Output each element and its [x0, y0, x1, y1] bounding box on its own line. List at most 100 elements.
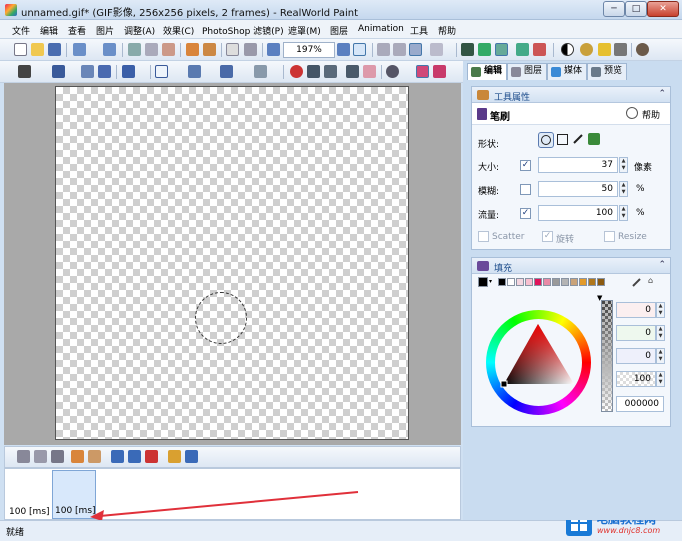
fill-tool-icon[interactable]: [254, 65, 267, 78]
shape-circle-button[interactable]: [538, 132, 554, 148]
blue-channel-stepper[interactable]: ▲ ▼: [656, 348, 665, 364]
palette-swatch[interactable]: [570, 278, 578, 286]
brush-settings-icon[interactable]: [533, 43, 546, 56]
palette-swatch[interactable]: [597, 278, 605, 286]
red-eye-icon[interactable]: [290, 65, 303, 78]
tab-layers[interactable]: 图层: [507, 63, 547, 80]
flow-stepper[interactable]: ▲ ▼: [619, 205, 628, 221]
menu-effects[interactable]: 效果(C): [163, 24, 194, 37]
fill-header[interactable]: 填充 ⌃: [472, 258, 670, 274]
palette-swatch[interactable]: [561, 278, 569, 286]
palette-swatch[interactable]: [588, 278, 596, 286]
layer-dropdown-icon[interactable]: [430, 43, 443, 56]
duplicate-frame-icon[interactable]: [34, 450, 47, 463]
menu-help[interactable]: 帮助: [438, 24, 456, 37]
alpha-stepper[interactable]: ▲ ▼: [656, 371, 665, 387]
background-mode-icon[interactable]: [433, 65, 446, 78]
open-icon[interactable]: [31, 43, 44, 56]
foreground-mode-icon[interactable]: [416, 65, 429, 78]
size-checkbox[interactable]: ✓: [520, 160, 531, 171]
move-frame-right-icon[interactable]: [128, 450, 141, 463]
move-tool-icon[interactable]: [18, 65, 31, 78]
next-frame-icon[interactable]: [393, 43, 406, 56]
palette-swatch[interactable]: [507, 278, 515, 286]
paste-icon[interactable]: [162, 43, 175, 56]
prev-frame-icon[interactable]: [377, 43, 390, 56]
magic-wand-icon[interactable]: [81, 65, 94, 78]
zoom-in-icon[interactable]: [337, 43, 350, 56]
flow-checkbox[interactable]: ✓: [520, 208, 531, 219]
delete-frame-icon[interactable]: [145, 450, 158, 463]
save-icon[interactable]: [48, 43, 61, 56]
sharpen-tool-icon[interactable]: [346, 65, 359, 78]
view-mode-icon[interactable]: [409, 43, 422, 56]
collapse-icon[interactable]: ⌃: [658, 89, 666, 99]
zoom-select[interactable]: 197%: [283, 42, 335, 58]
select-tool-icon[interactable]: [52, 65, 65, 78]
shape-custom-brush-icon[interactable]: [572, 133, 584, 145]
contrast-icon[interactable]: [561, 43, 574, 56]
red-channel-input[interactable]: 0: [616, 302, 656, 318]
frame-settings-icon[interactable]: [168, 450, 181, 463]
palette-swatch[interactable]: [579, 278, 587, 286]
maximize-button[interactable]: □: [625, 1, 647, 17]
tab-media[interactable]: 媒体: [547, 63, 587, 80]
menu-mask[interactable]: 遮罩(M): [288, 24, 321, 37]
tab-preview[interactable]: 预览: [587, 63, 627, 80]
eyedropper-icon[interactable]: [632, 277, 642, 287]
frame-thumbnail[interactable]: 100 [ms]: [7, 470, 51, 519]
redo-icon[interactable]: [103, 43, 116, 56]
palette-swatch[interactable]: [534, 278, 542, 286]
palette-swatch[interactable]: [552, 278, 560, 286]
menu-tools[interactable]: 工具: [410, 24, 428, 37]
minimize-button[interactable]: ─: [603, 1, 625, 17]
close-button[interactable]: ✕: [647, 1, 679, 17]
shape-tool-icon[interactable]: [220, 65, 233, 78]
menu-animation[interactable]: Animation: [358, 24, 404, 34]
hand-icon[interactable]: [226, 43, 239, 56]
cut-icon[interactable]: [128, 43, 141, 56]
menu-layers[interactable]: 图层: [330, 24, 348, 37]
green-channel-stepper[interactable]: ▲ ▼: [656, 325, 665, 341]
light-icon[interactable]: [598, 43, 611, 56]
swatch-dropdown-icon[interactable]: ▾: [489, 278, 492, 285]
palette-swatch[interactable]: [525, 278, 533, 286]
text-tool-icon[interactable]: [122, 65, 135, 78]
shape-image-brush-icon[interactable]: [588, 133, 600, 145]
pen-icon[interactable]: [614, 43, 627, 56]
scatter-checkbox[interactable]: [478, 231, 489, 242]
shape-square-button[interactable]: [557, 134, 568, 145]
rotate-checkbox[interactable]: ✓: [542, 231, 553, 242]
menu-view[interactable]: 查看: [68, 24, 86, 37]
play-animation-icon[interactable]: [185, 450, 198, 463]
crop-icon[interactable]: [186, 43, 199, 56]
color-wheel[interactable]: [486, 310, 591, 415]
menu-file[interactable]: 文件: [12, 24, 30, 37]
alpha-input[interactable]: 100: [616, 371, 656, 387]
user-icon[interactable]: [636, 43, 649, 56]
resize-icon[interactable]: [203, 43, 216, 56]
stamp-tool-icon[interactable]: [307, 65, 320, 78]
palette-menu-icon[interactable]: ⌂: [648, 276, 653, 285]
layers-view-icon[interactable]: [495, 43, 508, 56]
brush-tool-icon[interactable]: [155, 65, 168, 78]
palette-swatch[interactable]: [516, 278, 524, 286]
insert-frame-icon[interactable]: [51, 450, 64, 463]
menu-image[interactable]: 图片: [96, 24, 114, 37]
size-stepper[interactable]: ▲ ▼: [619, 157, 628, 173]
move-frame-left-icon[interactable]: [111, 450, 124, 463]
palette-swatch[interactable]: [543, 278, 551, 286]
saturation-triangle[interactable]: [486, 310, 591, 415]
blur-input[interactable]: 50: [538, 181, 618, 197]
tab-edit[interactable]: 编辑: [467, 63, 507, 80]
tool-properties-header[interactable]: 工具属性 ⌃: [472, 87, 670, 103]
line-tool-icon[interactable]: [188, 65, 201, 78]
grid-icon[interactable]: [461, 43, 474, 56]
blur-checkbox[interactable]: [520, 184, 531, 195]
collapse-icon[interactable]: ⌃: [658, 260, 666, 270]
copy-icon[interactable]: [145, 43, 158, 56]
fit-window-icon[interactable]: [353, 43, 366, 56]
blue-channel-input[interactable]: 0: [616, 348, 656, 364]
undo-icon[interactable]: [73, 43, 86, 56]
size-input[interactable]: 37: [538, 157, 618, 173]
